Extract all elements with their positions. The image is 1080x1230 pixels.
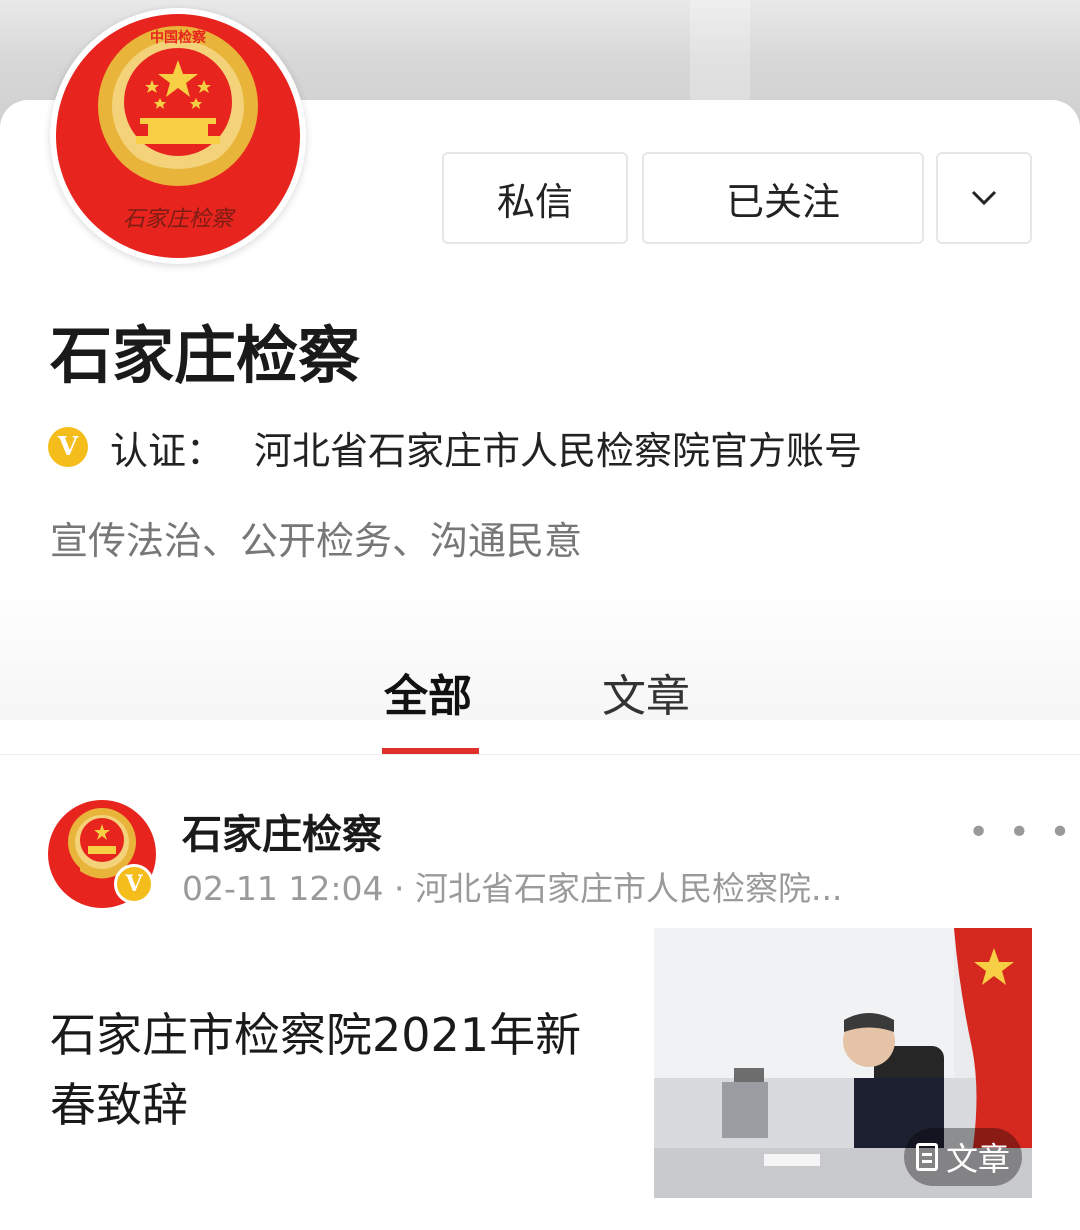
article-badge-label: 文章 [946,1140,1011,1178]
message-button-label: 私信 [496,179,573,224]
message-button[interactable]: 私信 [442,152,628,244]
content-tabs: 全部 文章 [0,630,1080,755]
article-badge: 文章 [904,1128,1023,1186]
tab-all[interactable]: 全部 [384,660,472,724]
following-button[interactable]: 已关注 [642,152,924,244]
active-tab-indicator [382,748,479,754]
profile-name: 石家庄检察 [50,319,361,392]
more-dots-icon[interactable]: • • • [968,812,1075,853]
logo-text-bottom: 石家庄检察 [123,207,236,232]
post-author-avatar[interactable]: V [48,800,156,908]
chevron-down-icon [971,190,997,206]
post-meta: 02-11 12:04 · 河北省石家庄市人民检察院... [182,869,843,908]
following-button-label: 已关注 [725,179,840,224]
verified-v-icon: V [48,427,88,467]
tab-articles[interactable]: 文章 [602,660,690,724]
logo-text-top: 中国检察 [150,29,207,46]
profile-avatar[interactable]: 中国检察 石家庄检察 [50,8,306,264]
verified-v-icon: V [114,864,154,904]
profile-description: 宣传法治、公开检务、沟通民意 [50,519,583,563]
more-options-button[interactable] [936,152,1032,244]
verify-text: 河北省石家庄市人民检察院官方账号 [254,428,863,473]
verification-row: V 认证： 河北省石家庄市人民检察院官方账号 [48,422,863,473]
post-author-name[interactable]: 石家庄检察 [182,802,382,860]
post-title[interactable]: 石家庄市检察院2021年新春致辞 [50,1000,610,1140]
procuratorate-emblem-icon: 中国检察 石家庄检察 [56,14,300,258]
article-doc-icon [916,1143,938,1171]
verify-label: 认证： [110,428,225,473]
